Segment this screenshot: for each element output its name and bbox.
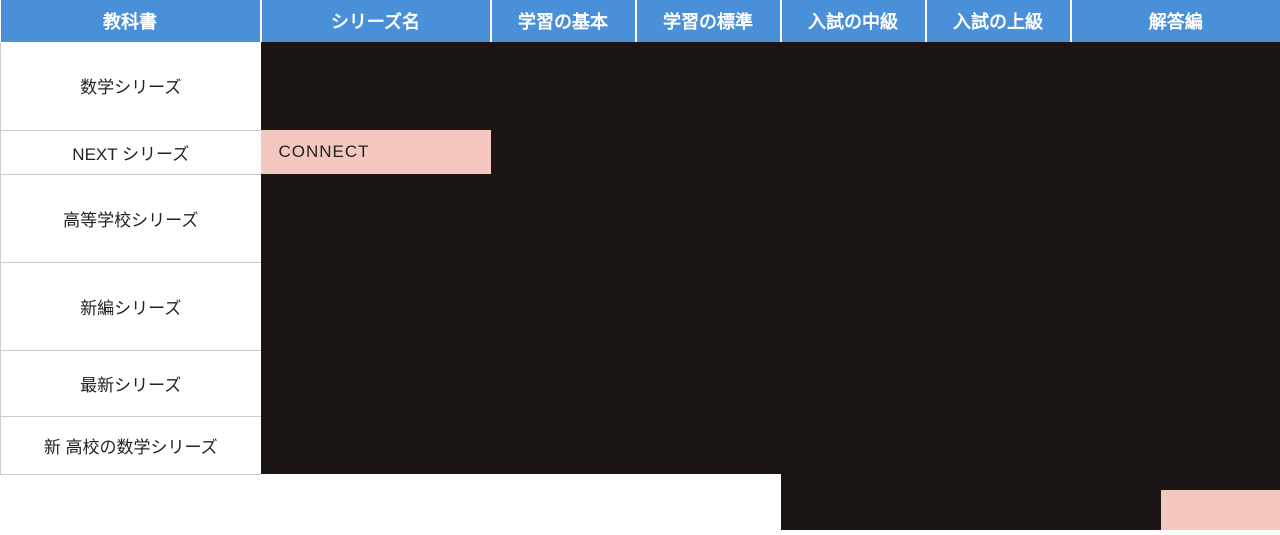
series-cell <box>261 306 491 350</box>
bottom-dark <box>926 474 1071 530</box>
header-mid: 入試の中級 <box>781 0 926 42</box>
category-cell: 高等学校シリーズ <box>1 174 261 262</box>
header-series: シリーズ名 <box>261 0 491 42</box>
series-cell <box>261 416 491 474</box>
table-row: 数学シリーズ <box>1 42 1280 86</box>
answer-cell <box>1071 130 1280 174</box>
answer-cell <box>1071 42 1280 86</box>
header-standard: 学習の標準 <box>636 0 781 42</box>
mid-cell <box>781 416 926 474</box>
basic-cell <box>491 174 636 218</box>
category-cell: 新 高校の数学シリーズ <box>1 416 261 474</box>
bottom-blank <box>491 474 636 530</box>
standard-cell <box>636 130 781 174</box>
table-row: 新 高校の数学シリーズ <box>1 416 1280 474</box>
mid-cell <box>781 86 926 130</box>
answer-cell <box>1071 174 1280 218</box>
mid-cell <box>781 174 926 218</box>
high-cell <box>926 42 1071 86</box>
mid-cell <box>781 306 926 350</box>
high-cell <box>926 416 1071 474</box>
basic-cell <box>491 42 636 86</box>
bottom-left-blank <box>1 474 491 530</box>
basic-cell <box>491 306 636 350</box>
high-cell <box>926 174 1071 218</box>
standard-cell <box>636 218 781 262</box>
high-cell <box>926 262 1071 306</box>
standard-cell <box>636 306 781 350</box>
table-row-bottom <box>1 474 1280 530</box>
table-row: 新編シリーズ <box>1 262 1280 306</box>
bottom-dark <box>781 474 926 530</box>
basic-cell <box>491 86 636 130</box>
category-cell: NEXT シリーズ <box>1 130 261 174</box>
standard-cell <box>636 174 781 218</box>
high-cell <box>926 306 1071 350</box>
table-row: 最新シリーズ <box>1 350 1280 416</box>
standard-cell <box>636 42 781 86</box>
category-cell: 新編シリーズ <box>1 262 261 350</box>
answer-cell <box>1071 306 1280 350</box>
header-high: 入試の上級 <box>926 0 1071 42</box>
basic-cell <box>491 218 636 262</box>
bottom-answer-cell <box>1071 474 1280 530</box>
table-row: NEXT シリーズ CONNECT <box>1 130 1280 174</box>
series-cell <box>261 350 491 416</box>
series-cell <box>261 86 491 130</box>
mid-cell <box>781 350 926 416</box>
answer-cell <box>1071 350 1280 416</box>
basic-cell <box>491 130 636 174</box>
series-cell <box>261 174 491 218</box>
series-cell-connect: CONNECT <box>261 130 491 174</box>
high-cell <box>926 218 1071 262</box>
standard-cell <box>636 86 781 130</box>
answer-cell <box>1071 262 1280 306</box>
answer-cell <box>1071 416 1280 474</box>
bottom-blank <box>636 474 781 530</box>
pink-swatch <box>1161 490 1280 530</box>
high-cell <box>926 350 1071 416</box>
standard-cell <box>636 416 781 474</box>
series-cell <box>261 218 491 262</box>
mid-cell <box>781 42 926 86</box>
basic-cell <box>491 416 636 474</box>
header-textbook: 教科書 <box>1 0 261 42</box>
high-cell <box>926 130 1071 174</box>
basic-cell <box>491 262 636 306</box>
answer-cell <box>1071 86 1280 130</box>
mid-cell <box>781 130 926 174</box>
series-cell <box>261 262 491 306</box>
standard-cell <box>636 350 781 416</box>
series-cell <box>261 42 491 86</box>
header-basic: 学習の基本 <box>491 0 636 42</box>
high-cell <box>926 86 1071 130</box>
standard-cell <box>636 262 781 306</box>
table: 教科書 シリーズ名 学習の基本 学習の標準 入試の中級 入試の上級 解答編 数学… <box>0 0 1280 530</box>
mid-cell <box>781 262 926 306</box>
textbook-series-table: 教科書 シリーズ名 学習の基本 学習の標準 入試の中級 入試の上級 解答編 数学… <box>0 0 1280 530</box>
header-row: 教科書 シリーズ名 学習の基本 学習の標準 入試の中級 入試の上級 解答編 <box>1 0 1280 42</box>
header-answer: 解答編 <box>1071 0 1280 42</box>
basic-cell <box>491 350 636 416</box>
category-cell: 最新シリーズ <box>1 350 261 416</box>
table-row: 高等学校シリーズ <box>1 174 1280 218</box>
answer-cell <box>1071 218 1280 262</box>
category-cell: 数学シリーズ <box>1 42 261 130</box>
mid-cell <box>781 218 926 262</box>
